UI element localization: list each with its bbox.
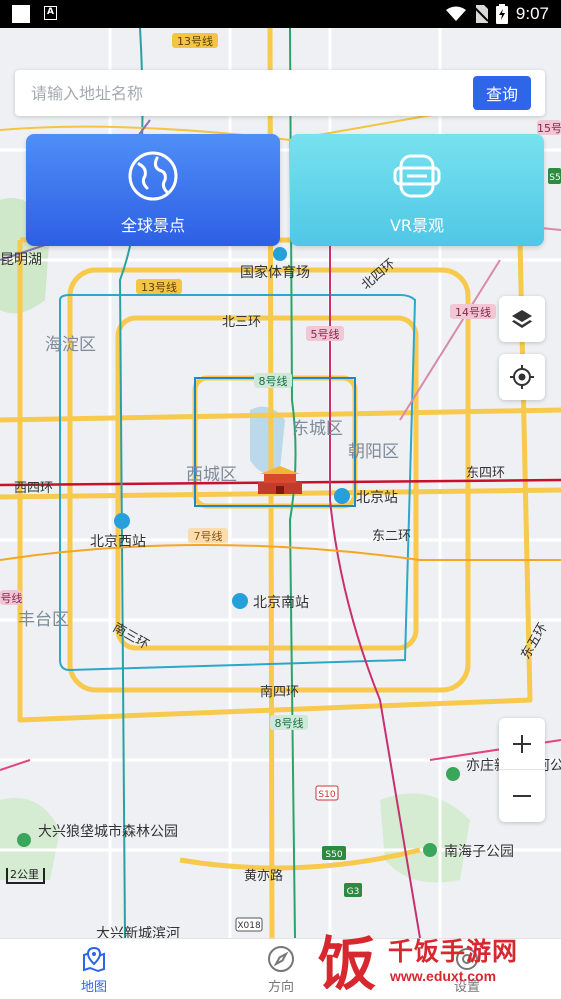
svg-text:饭: 饭	[318, 930, 376, 994]
road-label-vertical: 东四环	[466, 466, 505, 481]
road-label: 东四环	[466, 466, 505, 481]
highway-shield-text: S50	[325, 850, 342, 860]
highway-shield-text: X018	[237, 921, 261, 931]
vr-view-card[interactable]: VR景观	[290, 134, 544, 246]
globe-icon	[128, 151, 178, 201]
district-label: 朝阳区	[348, 442, 399, 462]
minus-icon	[513, 795, 531, 797]
place-label: 国家体育场	[240, 264, 310, 281]
park-icon	[17, 833, 31, 847]
map-icon	[83, 946, 105, 973]
search-button[interactable]: 查询	[473, 76, 531, 110]
place-label: 大兴新城滨河	[96, 926, 180, 938]
place-label-line: 大兴狼垡城市森林公园	[38, 823, 178, 840]
district-label: 东城区	[292, 419, 343, 439]
park-icon	[423, 843, 437, 857]
wifi-icon	[445, 6, 466, 21]
place-label: 北京南站	[253, 595, 309, 611]
tab-direction[interactable]: 方向	[246, 943, 316, 997]
stadium-icon	[273, 247, 287, 261]
tab-direction-label: 方向	[267, 980, 294, 995]
place-label: 北京西站	[90, 534, 146, 550]
locate-icon	[510, 365, 534, 389]
highway-shield-text: G3	[347, 887, 360, 897]
vr-headset-icon	[393, 154, 441, 198]
zoom-out-button[interactable]	[499, 770, 545, 822]
road-label: 北三环	[222, 315, 261, 330]
district-label: 西城区	[186, 465, 237, 485]
station-icon	[114, 513, 130, 529]
park-icon	[446, 767, 460, 781]
highway-shield-text: S5	[549, 173, 560, 183]
layers-icon	[512, 310, 532, 328]
place-label: 昆明湖	[0, 252, 42, 268]
search-input[interactable]	[31, 78, 471, 108]
place-label: 南海子公园	[444, 844, 514, 860]
place-label: 北京站	[356, 490, 398, 506]
site-watermark: 饭 千饭手游网 www.eduxt.com	[308, 922, 561, 999]
road-label: 黄亦路	[244, 868, 283, 884]
global-attractions-label: 全球景点	[120, 216, 185, 235]
metro-label-text: 4号线	[0, 591, 23, 605]
status-bar: A 9:07	[0, 0, 561, 28]
no-sim-icon	[473, 5, 488, 23]
metro-label-text: 15号线	[537, 121, 561, 135]
zoom-controls	[499, 718, 545, 822]
layers-button[interactable]	[499, 296, 545, 342]
road-label: 东二环	[372, 529, 411, 544]
highway-shield-text: S10	[318, 790, 335, 800]
district-label: 海淀区	[45, 335, 96, 355]
battery-icon	[495, 4, 508, 24]
metro-label-text: 14号线	[455, 305, 491, 319]
keyboard-a-icon: A	[44, 6, 57, 20]
zoom-in-button[interactable]	[499, 718, 545, 770]
tab-map-label: 地图	[80, 980, 107, 995]
global-attractions-card[interactable]: 全球景点	[26, 134, 280, 246]
metro-label-text: 5号线	[311, 327, 340, 341]
place-label: 大兴狼垡城市森林公园	[38, 823, 178, 840]
watermark-title: 千饭手游网	[388, 937, 519, 966]
vr-view-label: VR景观	[389, 216, 445, 235]
metro-label-text: 8号线	[259, 374, 288, 388]
search-bar: 查询	[15, 70, 545, 116]
road-label: 南四环	[260, 684, 299, 700]
app-notification-icon	[12, 5, 30, 23]
district-label: 丰台区	[18, 610, 69, 630]
compass-icon	[268, 946, 294, 972]
metro-label-text: 13号线	[177, 34, 213, 48]
metro-label-text: 7号线	[194, 529, 223, 543]
road-label: 西四环	[14, 481, 53, 496]
station-icon	[334, 488, 350, 504]
metro-label-text: 8号线	[275, 716, 304, 730]
status-time: 9:07	[515, 4, 549, 23]
watermark-logo: 饭	[318, 930, 376, 994]
locate-button[interactable]	[499, 354, 545, 400]
watermark-url: www.eduxt.com	[390, 968, 497, 984]
map-scale: 2公里	[6, 868, 45, 884]
plus-icon	[513, 734, 531, 753]
tab-map[interactable]: 地图	[59, 943, 129, 997]
metro-label-text: 13号线	[141, 280, 177, 294]
station-icon	[232, 593, 248, 609]
